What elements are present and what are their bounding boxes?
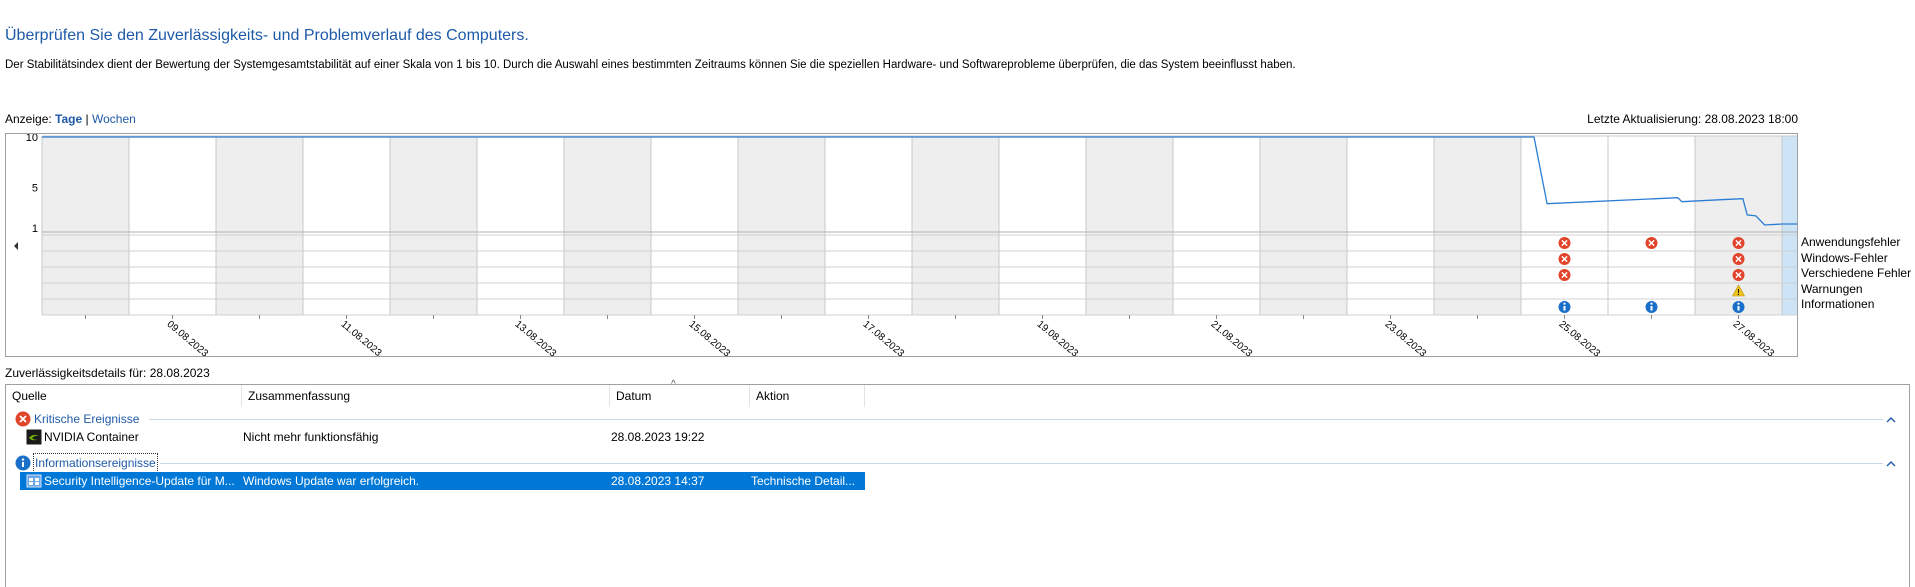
legend-windows-errors: Windows-Fehler [1801, 250, 1888, 265]
x-tick-label: 21.08.2023 [1209, 319, 1255, 356]
day-column-6[interactable] [564, 136, 651, 315]
view-label: Anzeige: [5, 112, 52, 126]
x-tick-label: 19.08.2023 [1035, 319, 1081, 356]
warning-mark: ! [1737, 288, 1740, 297]
x-tick-label: 13.08.2023 [513, 319, 559, 356]
windows-update-icon [26, 474, 42, 488]
reliability-chart[interactable]: 10 5 1! 09.08.2023 11.08.2023 13.08.2023 15.08… [5, 133, 1798, 357]
details-label: Zuverlässigkeitsdetails für: 28.08.2023 [5, 366, 210, 380]
group-divider [160, 463, 1883, 464]
sort-ascending-icon: ^ [671, 379, 676, 390]
group-critical-events[interactable]: Kritische Ereignisse [34, 410, 139, 428]
y-tick-label: 1 [32, 223, 38, 235]
stability-chart-svg[interactable]: 10 5 1! 09.08.2023 11.08.2023 13.08.2023 15.08… [6, 134, 1797, 356]
collapse-critical-icon[interactable] [1885, 415, 1897, 425]
info-mark [1650, 306, 1653, 311]
day-column-16[interactable] [1434, 136, 1521, 315]
day-column-14[interactable] [1260, 136, 1347, 315]
cell-source: NVIDIA Container [44, 430, 139, 444]
legend-information: Informationen [1801, 297, 1875, 311]
day-column-8[interactable] [738, 136, 825, 315]
x-tick-label: 15.08.2023 [687, 319, 733, 356]
view-days-link[interactable]: Tage [55, 112, 82, 126]
info-dot [1737, 302, 1740, 305]
x-tick-label: 27.08.2023 [1731, 319, 1777, 356]
day-column-2[interactable] [216, 136, 303, 315]
y-tick-label: 10 [26, 134, 38, 144]
info-dot [1650, 302, 1653, 305]
details-grid[interactable]: Quelle Zusammenfassung Datum Aktion ^ Kr… [5, 379, 1910, 587]
x-tick-label: 09.08.2023 [165, 319, 211, 356]
view-switch: Anzeige: Tage | Wochen [5, 112, 136, 126]
column-header-date[interactable]: Datum [610, 385, 750, 407]
x-tick-label: 17.08.2023 [861, 319, 907, 356]
table-row[interactable]: NVIDIA Container Nicht mehr funktionsfäh… [6, 428, 865, 446]
table-row-selected[interactable]: Security Intelligence-Update für M... Wi… [20, 472, 865, 490]
view-separator: | [85, 112, 89, 126]
info-icon [15, 455, 31, 471]
info-mark [1737, 306, 1740, 311]
x-tick-label: 11.08.2023 [339, 319, 384, 356]
day-column-10[interactable] [912, 136, 999, 315]
group-information-events[interactable]: Informationsereignisse [33, 453, 158, 473]
cell-date: 28.08.2023 19:22 [611, 430, 705, 444]
scroll-left-icon[interactable] [14, 242, 18, 250]
x-tick-label: 23.08.2023 [1383, 319, 1429, 356]
legend-warnings: Warnungen [1801, 281, 1863, 296]
day-column-12[interactable] [1086, 136, 1173, 315]
view-weeks-link[interactable]: Wochen [92, 112, 136, 126]
x-tick-label: 25.08.2023 [1557, 319, 1603, 356]
day-column-0[interactable] [42, 136, 129, 315]
page-title: Überprüfen Sie den Zuverlässigkeits- und… [5, 27, 529, 44]
cell-action[interactable]: Technische Detail... [751, 472, 863, 490]
cell-source: Security Intelligence-Update für M... [44, 474, 235, 488]
info-dot [1563, 302, 1566, 305]
column-header-source[interactable]: Quelle [6, 385, 242, 407]
legend-application-errors: Anwendungsfehler [1801, 235, 1901, 249]
day-column-20[interactable] [1782, 136, 1797, 315]
chart-legend: Anwendungsfehler Windows-Fehler Verschie… [1801, 235, 1911, 313]
legend-misc-errors: Verschiedene Fehler [1801, 266, 1912, 280]
info-mark [1563, 306, 1566, 311]
column-header-summary[interactable]: Zusammenfassung [242, 385, 610, 407]
nvidia-icon [26, 429, 42, 445]
cell-summary: Nicht mehr funktionsfähig [243, 430, 379, 444]
last-update-label: Letzte Aktualisierung: 28.08.2023 18:00 [1587, 112, 1798, 126]
cell-date: 28.08.2023 14:37 [611, 474, 705, 488]
collapse-information-icon[interactable] [1885, 459, 1897, 469]
page-description: Der Stabilitätsindex dient der Bewertung… [5, 59, 1296, 71]
group-divider [149, 419, 1883, 420]
y-tick-label: 5 [32, 183, 38, 195]
error-icon [15, 411, 31, 427]
day-column-4[interactable] [390, 136, 477, 315]
column-header-action[interactable]: Aktion [750, 385, 865, 407]
cell-summary: Windows Update war erfolgreich. [243, 474, 420, 488]
